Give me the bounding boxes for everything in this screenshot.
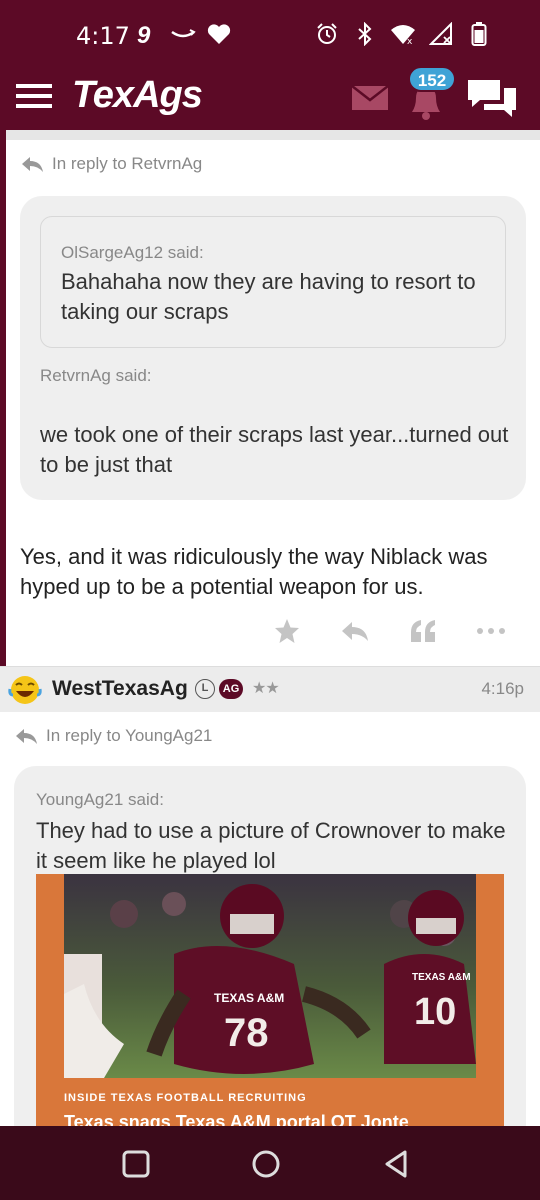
- post-time: 4:16p: [481, 679, 524, 698]
- bluetooth-icon: [352, 20, 378, 48]
- article-headline: Texas snags Texas A&M portal OT Jonte: [64, 1112, 409, 1126]
- texags-logo[interactable]: TexAgs: [72, 74, 203, 117]
- notification-badge[interactable]: 152: [408, 66, 456, 92]
- nested-quote-block: OlSargeAg12 said: Bahahaha now they are …: [40, 216, 506, 348]
- post-username[interactable]: WestTexasAg: [52, 677, 188, 701]
- quote-author: YoungAg21 said:: [36, 790, 164, 809]
- lifetime-badge: L: [195, 679, 215, 699]
- heart-icon: [206, 20, 232, 48]
- quote-author: OlSargeAg12 said:: [61, 243, 204, 262]
- wifi-icon: x: [390, 20, 416, 48]
- status-bar: 4:17 9 x: [0, 0, 540, 68]
- post-header-strip: [6, 130, 540, 140]
- app-header: TexAgs 152: [0, 66, 540, 130]
- article-kicker: INSIDE TEXAS FOOTBALL RECRUITING: [64, 1092, 307, 1104]
- back-icon[interactable]: [378, 1146, 414, 1182]
- laughing-emoji-avatar[interactable]: [8, 673, 42, 707]
- star-icon[interactable]: [270, 616, 304, 646]
- recents-icon[interactable]: [118, 1146, 154, 1182]
- quote-block: OlSargeAg12 said: Bahahaha now they are …: [20, 196, 526, 500]
- jersey-number: 78: [224, 1011, 269, 1055]
- amazon-smile-icon: [170, 20, 196, 48]
- jersey-text: TEXAS A&M: [214, 991, 284, 1005]
- quote-text: we took one of their scraps last year...…: [40, 422, 509, 477]
- quote-text: Bahahaha now they are having to resort t…: [61, 269, 476, 324]
- reply-icon[interactable]: [338, 616, 372, 646]
- menu-icon[interactable]: [14, 76, 54, 116]
- nine-icon: 9: [134, 20, 160, 48]
- status-left-icons: 9: [134, 20, 232, 48]
- reply-to-link[interactable]: In reply to RetvrnAg: [20, 154, 202, 174]
- post-header: WestTexasAg L AG ★★ 4:16p: [0, 666, 540, 712]
- reply-to-text: In reply to RetvrnAg: [52, 154, 203, 173]
- quote-text: They had to use a picture of Crownover t…: [36, 818, 506, 873]
- post: In reply to RetvrnAg OlSargeAg12 said: B…: [0, 130, 540, 666]
- jersey-number: 10: [414, 991, 456, 1033]
- quote-author: RetvrnAg said:: [40, 366, 152, 385]
- battery-icon: [466, 20, 492, 48]
- chat-icon[interactable]: [466, 74, 520, 122]
- article-embed[interactable]: TEXAS A&M 78 TEXAS A&M 10 INSIDE TEXAS F…: [36, 874, 504, 1126]
- signal-icon: [428, 20, 454, 48]
- jersey-text: TEXAS A&M: [412, 972, 471, 983]
- status-time: 4:17: [76, 22, 130, 50]
- reply-icon: [14, 727, 38, 745]
- reply-icon: [20, 155, 44, 173]
- thread-content: In reply to RetvrnAg OlSargeAg12 said: B…: [0, 130, 540, 1126]
- ag-badge: AG: [219, 679, 243, 699]
- mail-icon[interactable]: [350, 80, 392, 114]
- article-photo: TEXAS A&M 78 TEXAS A&M 10: [64, 874, 476, 1078]
- alarm-icon: [314, 20, 340, 48]
- more-icon[interactable]: [474, 616, 508, 646]
- reply-to-text: In reply to YoungAg21: [46, 726, 213, 745]
- post-actions: [270, 616, 508, 646]
- reply-to-link[interactable]: In reply to YoungAg21: [14, 726, 212, 746]
- svg-text:x: x: [407, 37, 413, 45]
- rank-stars: ★★: [252, 680, 280, 697]
- home-icon[interactable]: [248, 1146, 284, 1182]
- system-nav-bar: [0, 1126, 540, 1200]
- status-right-icons: x: [314, 20, 492, 48]
- quote-icon[interactable]: [406, 616, 440, 646]
- svg-text:9: 9: [137, 22, 151, 47]
- post-body: Yes, and it was ridiculously the way Nib…: [20, 544, 488, 599]
